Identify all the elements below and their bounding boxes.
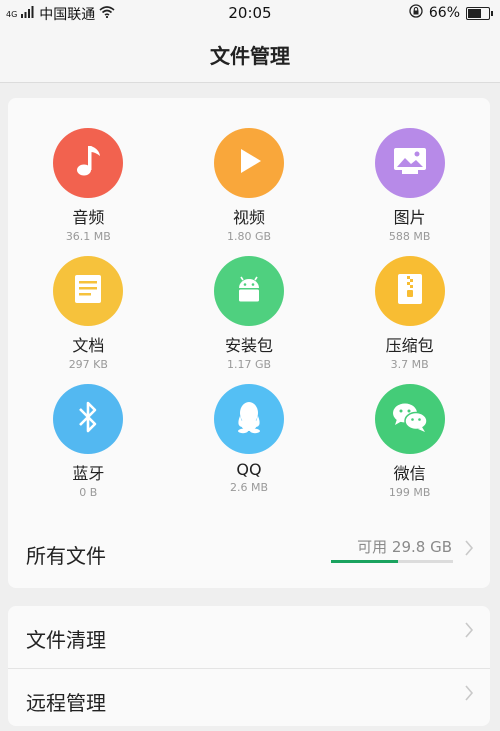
category-label: QQ [236, 460, 262, 479]
remote-manage-label: 远程管理 [26, 691, 106, 715]
menu-card: 文件清理 远程管理 [8, 606, 490, 726]
category-pictures[interactable]: 图片 588 MB [329, 128, 490, 256]
pictures-circle [374, 128, 445, 198]
category-label: 安装包 [224, 336, 273, 355]
picture-icon [393, 147, 427, 179]
file-clean-label: 文件清理 [26, 628, 106, 652]
category-grid: 音频 36.1 MB 视频 1.80 GB 图片 588 MB 文档 297 K… [8, 128, 490, 512]
category-card: 音频 36.1 MB 视频 1.80 GB 图片 588 MB 文档 297 K… [8, 98, 490, 588]
storage-progress-fill [331, 560, 399, 563]
storage-progress-bar [331, 560, 453, 563]
qq-icon [234, 400, 264, 438]
category-size: 1.80 GB [226, 230, 272, 243]
category-label: 视频 [232, 208, 265, 227]
chevron-right-icon [464, 683, 474, 708]
apk-circle [213, 256, 284, 326]
category-size: 3.7 MB [390, 358, 429, 371]
zip-icon [397, 273, 423, 309]
category-size: 1.17 GB [226, 358, 272, 371]
category-bluetooth[interactable]: 蓝牙 0 B [8, 384, 169, 512]
music-note-icon [73, 143, 103, 183]
category-size: 0 B [79, 486, 98, 499]
play-icon [234, 146, 264, 180]
all-files-label: 所有文件 [26, 544, 106, 568]
remote-manage-item[interactable]: 远程管理 [8, 668, 490, 731]
archives-circle [374, 256, 445, 326]
document-icon [74, 274, 102, 308]
category-label: 音频 [72, 208, 105, 227]
category-size: 199 MB [388, 486, 431, 499]
battery-icon [466, 6, 493, 20]
category-qq[interactable]: QQ 2.6 MB [169, 384, 330, 512]
battery-fill [468, 8, 482, 18]
category-archives[interactable]: 压缩包 3.7 MB [329, 256, 490, 384]
android-icon [234, 274, 264, 308]
category-apk[interactable]: 安装包 1.17 GB [169, 256, 330, 384]
category-label: 图片 [393, 208, 426, 227]
bluetooth-circle [53, 384, 124, 454]
category-size: 2.6 MB [229, 481, 268, 494]
status-bar: 4G 中国联通 20:05 66% [0, 0, 500, 26]
category-label: 文档 [72, 336, 105, 355]
documents-circle [53, 256, 124, 326]
category-video[interactable]: 视频 1.80 GB [169, 128, 330, 256]
wechat-icon [391, 401, 429, 437]
category-size: 297 KB [68, 358, 108, 371]
category-wechat[interactable]: 微信 199 MB [329, 384, 490, 512]
category-size: 36.1 MB [65, 230, 111, 243]
category-label: 蓝牙 [72, 464, 105, 483]
audio-circle [53, 128, 124, 198]
video-circle [213, 128, 284, 198]
app-header: 文件管理 [0, 26, 500, 83]
chevron-right-icon [464, 620, 474, 645]
available-space: 可用 29.8 GB [357, 538, 452, 556]
qq-circle [213, 384, 284, 454]
page-title: 文件管理 [210, 44, 290, 68]
chevron-right-icon [464, 538, 474, 563]
rotation-lock-icon [409, 4, 423, 22]
category-label: 微信 [393, 464, 426, 483]
all-files-row[interactable]: 所有文件 可用 29.8 GB [8, 510, 490, 584]
category-documents[interactable]: 文档 297 KB [8, 256, 169, 384]
category-label: 压缩包 [385, 336, 434, 355]
wechat-circle [374, 384, 445, 454]
bluetooth-icon [77, 400, 99, 438]
file-clean-item[interactable]: 文件清理 [8, 606, 490, 668]
category-audio[interactable]: 音频 36.1 MB [8, 128, 169, 256]
status-right: 66% [409, 4, 493, 22]
category-size: 588 MB [388, 230, 431, 243]
battery-percent: 66% [428, 5, 460, 21]
